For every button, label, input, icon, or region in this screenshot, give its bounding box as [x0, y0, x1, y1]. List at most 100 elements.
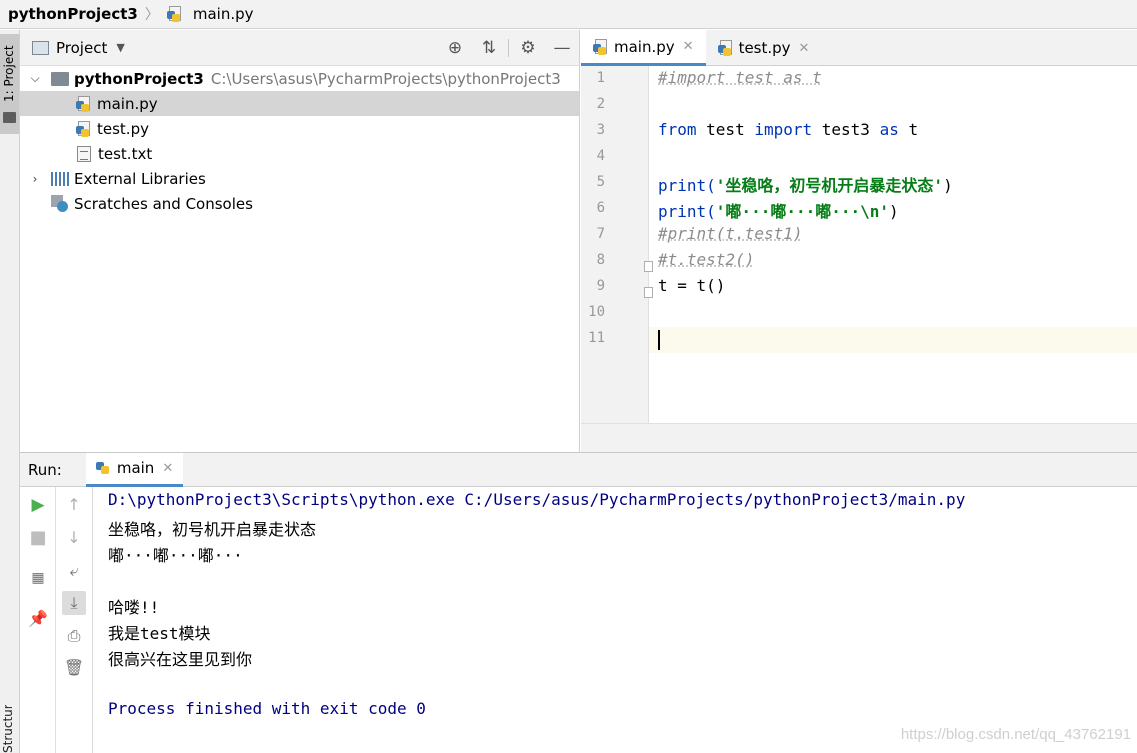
- python-file-icon: [76, 120, 92, 137]
- console-exit-line: Process finished with exit code 0: [108, 699, 426, 718]
- breadcrumb: pythonProject3 〉 main.py: [0, 0, 1137, 29]
- line-number: 6: [596, 200, 605, 216]
- close-icon[interactable]: ✕: [162, 461, 173, 476]
- locate-file-icon[interactable]: ⊕: [438, 38, 472, 58]
- tree-item-label: External Libraries: [74, 169, 206, 188]
- arrow-down-icon[interactable]: ↓: [62, 526, 86, 550]
- line-number: 7: [596, 226, 605, 242]
- line-number: 10: [588, 304, 605, 320]
- project-view-selector[interactable]: Project: [56, 39, 107, 57]
- fold-marker-icon[interactable]: [644, 261, 653, 272]
- folder-icon: [51, 71, 69, 86]
- scroll-to-end-icon[interactable]: ⤓: [62, 591, 86, 615]
- console-line: 坐稳咯，初号机开启暴走状态: [108, 520, 317, 539]
- collapse-all-icon[interactable]: ⇅: [472, 38, 506, 58]
- project-root-name: pythonProject3: [74, 69, 204, 88]
- close-icon[interactable]: ✕: [683, 39, 694, 54]
- line-number: 9: [596, 278, 605, 294]
- tree-item-project-root[interactable]: ⌵ pythonProject3 C:\Users\asus\PycharmPr…: [20, 66, 579, 91]
- python-file-icon: [76, 95, 92, 112]
- tree-item-label: test.txt: [98, 144, 153, 163]
- structure-tool-window-tab[interactable]: Structure: [1, 705, 15, 753]
- line-number: 11: [588, 330, 605, 346]
- tree-item-test-py[interactable]: test.py: [20, 116, 579, 141]
- scratches-icon: [51, 194, 69, 213]
- run-label: Run:: [28, 460, 62, 479]
- close-icon[interactable]: ✕: [799, 41, 810, 56]
- code-area[interactable]: 1 2 3 4 5 6 7 8 9 10 11 #import test as …: [581, 66, 1137, 423]
- tree-item-test-txt[interactable]: test.txt: [20, 141, 579, 166]
- stop-icon[interactable]: ■: [26, 526, 50, 550]
- line-number: 5: [596, 174, 605, 190]
- hide-panel-icon[interactable]: —: [545, 38, 579, 58]
- editor-footer: [581, 423, 1137, 452]
- run-panel-header: Run: main ✕: [20, 452, 1137, 487]
- run-tab-main[interactable]: main ✕: [85, 452, 184, 487]
- gear-icon[interactable]: ⚙: [511, 38, 545, 58]
- console-line: 嘟···嘟···嘟···: [108, 546, 243, 565]
- project-tool-window-tab[interactable]: 1: Project: [0, 34, 19, 134]
- run-toolbar-secondary: ↑ ↓ ⤶ ⤓ ⎙ 🗑: [56, 487, 93, 753]
- text-caret: [658, 330, 660, 350]
- run-toolbar-primary: ▶ ■ ▦ 📌: [20, 487, 56, 753]
- breadcrumb-file[interactable]: main.py: [193, 5, 254, 23]
- editor-tab-bar: main.py ✕ test.py ✕: [581, 30, 1137, 66]
- python-file-icon: [166, 6, 183, 22]
- console-line: 我是test模块: [108, 624, 211, 643]
- tab-test-py[interactable]: test.py ✕: [706, 30, 822, 66]
- pin-icon[interactable]: 📌: [26, 607, 50, 631]
- python-file-icon: [593, 38, 609, 55]
- breadcrumb-separator-icon: 〉: [144, 7, 159, 23]
- project-panel-toolbar: ⊕ ⇅ ⚙ —: [438, 30, 579, 66]
- chevron-down-icon[interactable]: ▼: [116, 41, 124, 54]
- run-panel: Run: main ✕ ▶ ■ ▦ 📌 ↑ ↓ ⤶ ⤓ ⎙ 🗑 D:\pytho…: [20, 452, 1137, 753]
- python-file-icon: [717, 40, 734, 56]
- project-panel-header: Project ▼ ⊕ ⇅ ⚙ —: [20, 30, 579, 66]
- rerun-icon[interactable]: ▶: [26, 493, 50, 517]
- tree-item-label: test.py: [97, 119, 149, 138]
- breadcrumb-project[interactable]: pythonProject3: [8, 5, 138, 23]
- arrow-up-icon[interactable]: ↑: [62, 493, 86, 517]
- project-view-icon: [32, 40, 49, 55]
- current-line-highlight: [581, 327, 1137, 353]
- console-line: 很高兴在这里见到你: [108, 650, 253, 669]
- fold-marker-icon[interactable]: [644, 287, 653, 298]
- console-command-line: D:\pythonProject3\Scripts\python.exe C:/…: [108, 490, 966, 509]
- chevron-down-icon[interactable]: ⌵: [28, 71, 42, 86]
- tab-label: test.py: [738, 39, 791, 57]
- text-file-icon: [77, 145, 91, 162]
- python-icon: [95, 460, 112, 476]
- code-line-5: print('坐稳咯，初号机开启暴走状态'): [658, 176, 953, 195]
- line-number-gutter: 1 2 3 4 5 6 7 8 9 10 11: [581, 66, 649, 423]
- project-root-path: C:\Users\asus\PycharmProjects\pythonProj…: [210, 69, 561, 88]
- trash-icon[interactable]: 🗑: [62, 656, 86, 680]
- line-number: 3: [596, 122, 605, 138]
- project-panel: Project ▼ ⊕ ⇅ ⚙ — ⌵ pythonProject3 C:\Us…: [20, 30, 580, 452]
- tree-item-scratches[interactable]: Scratches and Consoles: [20, 191, 579, 216]
- project-tool-tab-label: 1: Project: [2, 45, 16, 102]
- code-line-7: #print(t.test1): [658, 224, 803, 243]
- code-line-1: #import test as t: [658, 68, 822, 87]
- run-tab-label: main: [116, 459, 155, 477]
- tab-main-py[interactable]: main.py ✕: [581, 30, 706, 66]
- tab-label: main.py: [614, 37, 675, 56]
- code-line-8: #t.test2(): [658, 250, 755, 269]
- line-number: 1: [596, 70, 605, 86]
- chevron-right-icon[interactable]: ›: [28, 172, 42, 186]
- folder-icon: [3, 112, 16, 123]
- tree-item-main-py[interactable]: main.py: [20, 91, 579, 116]
- console-line: 哈喽!!: [108, 598, 160, 617]
- line-number: 2: [596, 96, 605, 112]
- tree-item-external-libraries[interactable]: › External Libraries: [20, 166, 579, 191]
- watermark: https://blog.csdn.net/qq_43762191: [900, 726, 1131, 743]
- print-icon[interactable]: ⎙: [62, 624, 86, 648]
- code-line-3: from test import test3 as t: [658, 120, 919, 139]
- toolbar-divider: [508, 39, 509, 57]
- tree-item-label: main.py: [97, 94, 158, 113]
- soft-wrap-icon[interactable]: ⤶: [62, 559, 86, 583]
- library-icon: [51, 171, 69, 186]
- layout-icon[interactable]: ▦: [26, 566, 50, 590]
- left-tool-strip: 1: Project Structure: [0, 30, 20, 753]
- editor: main.py ✕ test.py ✕ 1 2 3 4 5 6 7 8 9 10…: [581, 30, 1137, 452]
- console-output[interactable]: D:\pythonProject3\Scripts\python.exe C:/…: [108, 487, 1137, 753]
